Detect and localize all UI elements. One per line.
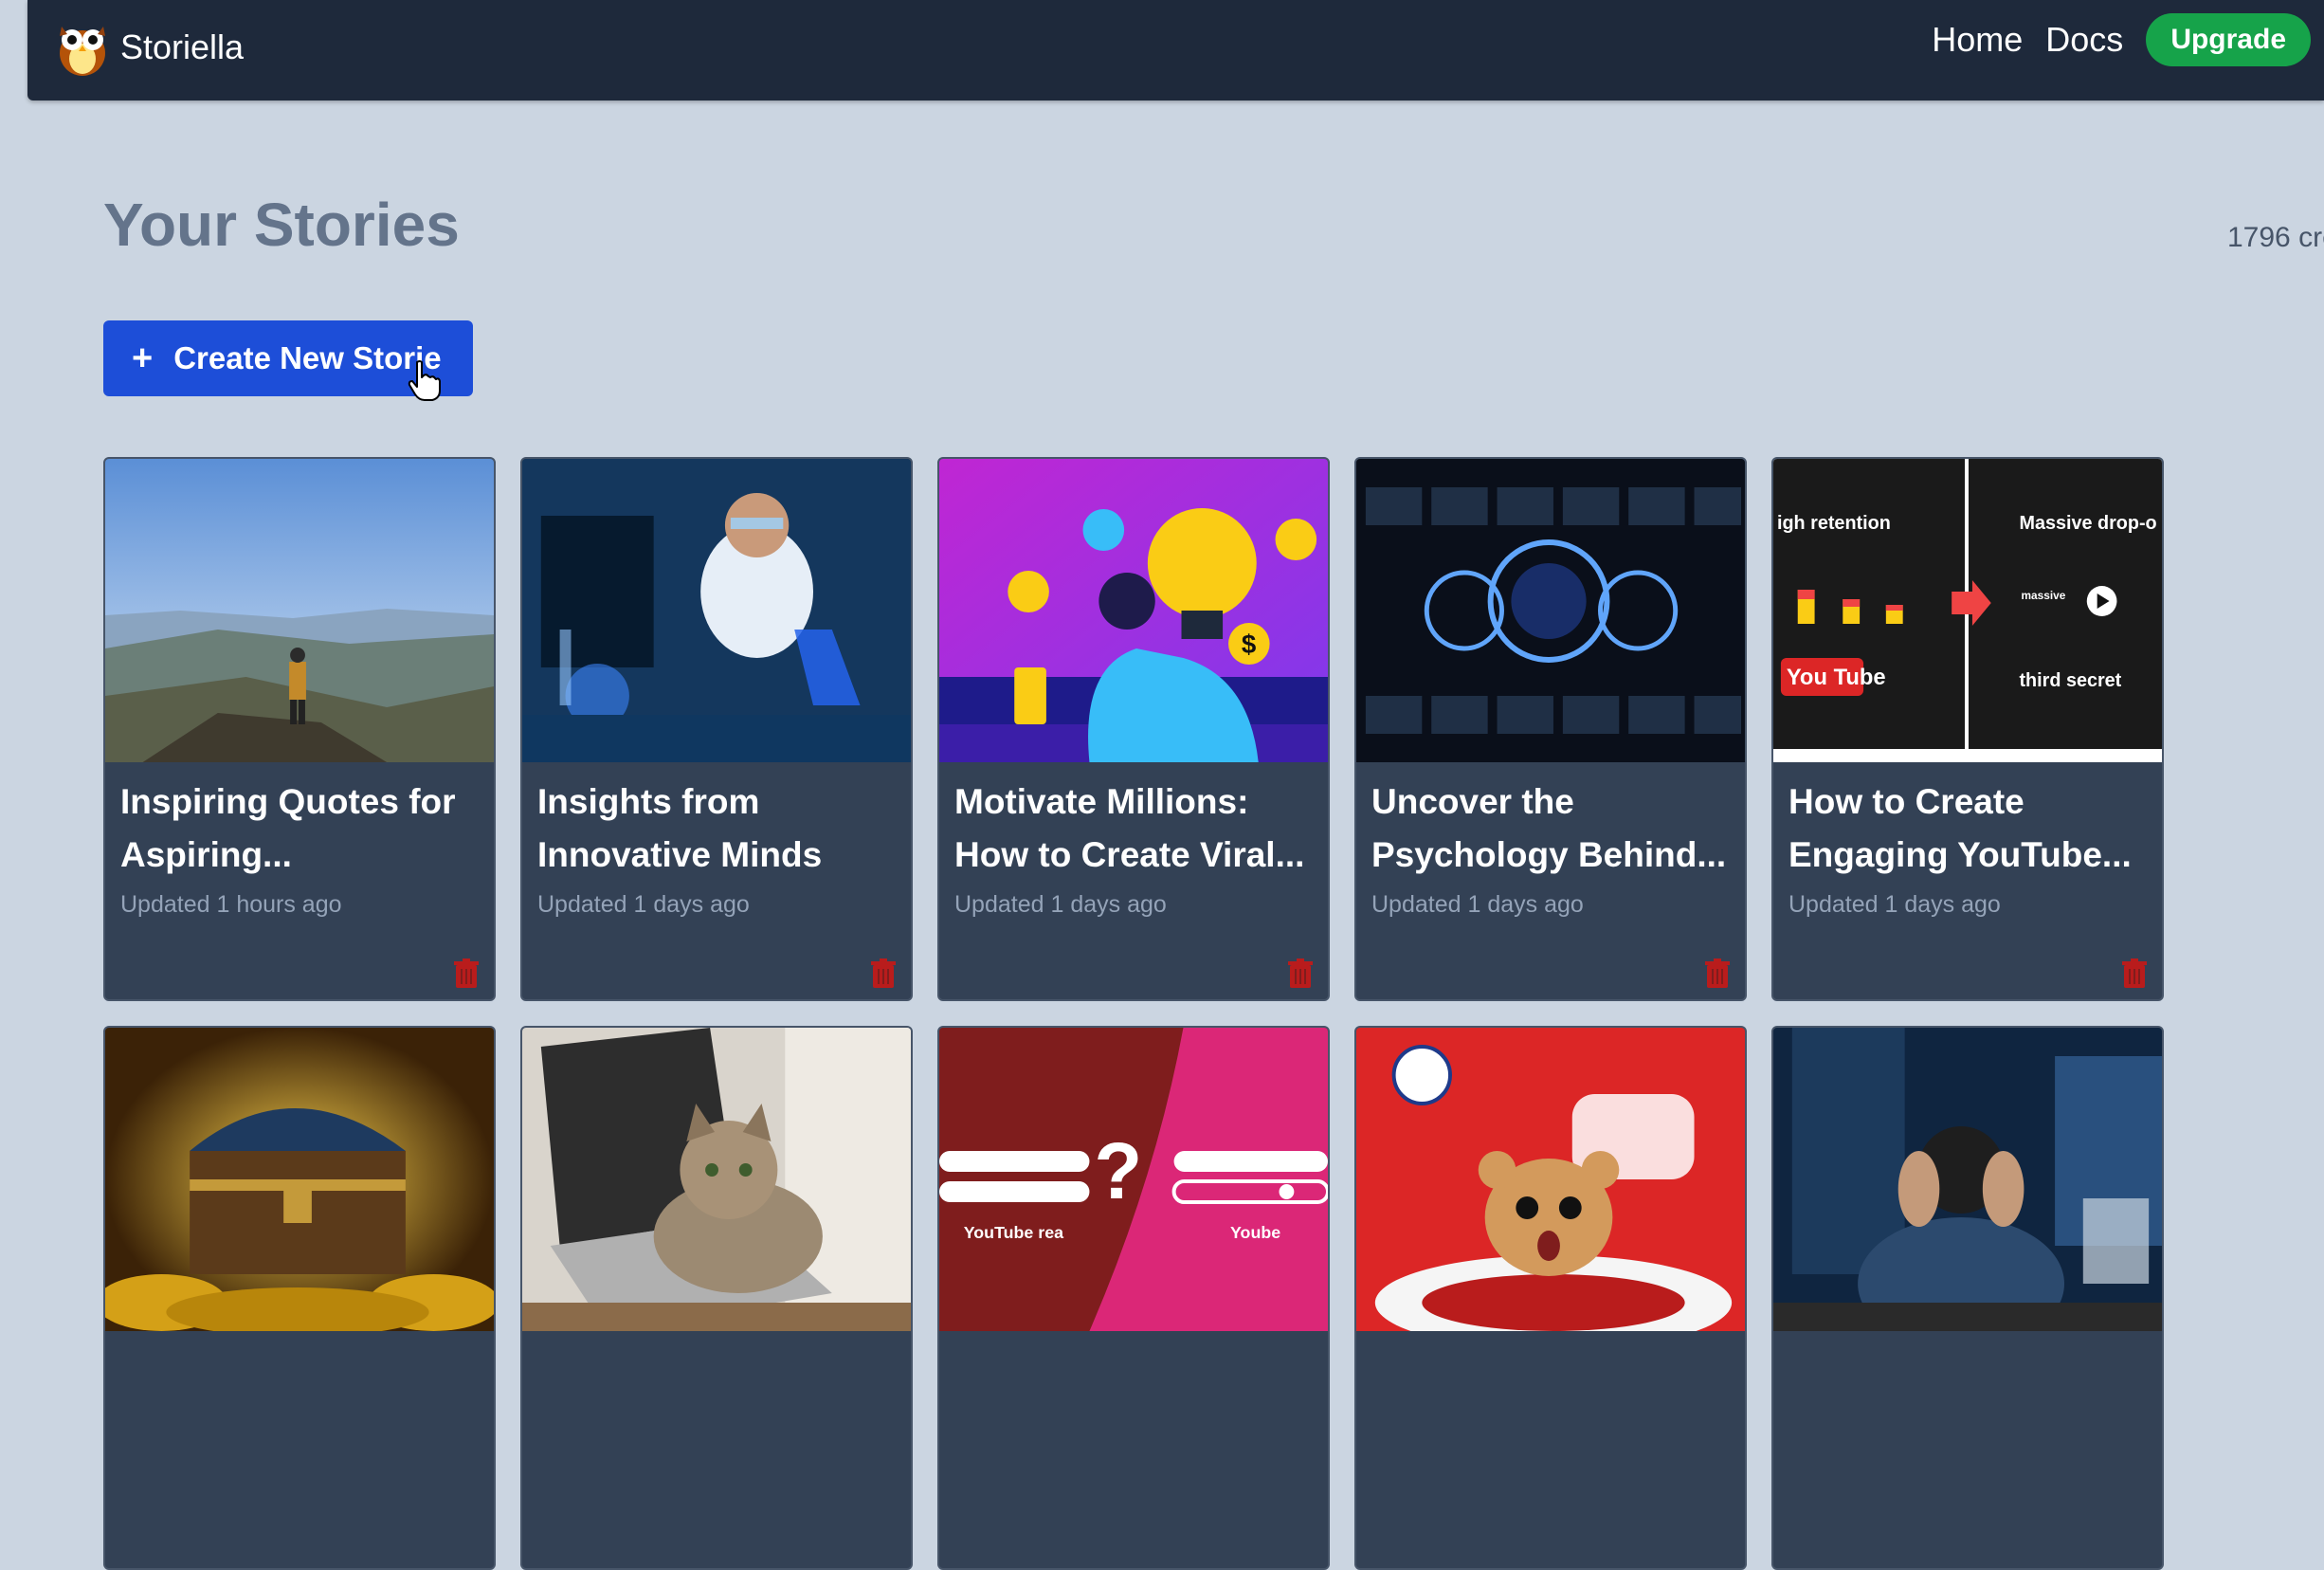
story-card[interactable]: Insights from Innovative Minds Updated 1… — [520, 457, 913, 1001]
story-title: Uncover the Psychology Behind... — [1371, 782, 1727, 874]
story-updated: Updated 1 days ago — [537, 891, 750, 918]
story-thumbnail-youtube-question: ? YouTube rea Yoube — [939, 1028, 1328, 1331]
story-title: Inspiring Quotes for Aspiring... — [120, 782, 456, 874]
nav-home-link[interactable]: Home — [1932, 20, 2023, 60]
credits-count: 1796 cre — [2227, 222, 2324, 253]
story-updated: Updated 1 days ago — [1371, 891, 1584, 918]
story-thumbnail-treasure-chest — [105, 1028, 494, 1331]
plus-icon: + — [132, 338, 154, 378]
story-title: Insights from Innovative Minds — [537, 782, 823, 874]
story-thumbnail-scientist-lab — [522, 459, 911, 762]
story-thumbnail-cat-laptop — [522, 1028, 911, 1331]
story-card[interactable] — [520, 1026, 913, 1570]
thumb-heading-right: Massive drop-o — [2019, 513, 2156, 534]
story-updated: Updated 1 days ago — [1788, 891, 2001, 918]
story-thumbnail-hamster-youtube — [1356, 1028, 1745, 1331]
owl-logo-icon — [60, 27, 105, 76]
story-thumbnail-mountain-hiker — [105, 459, 494, 762]
trash-icon[interactable] — [2120, 958, 2149, 990]
trash-icon[interactable] — [1286, 958, 1315, 990]
thumb-label-right: Yoube — [1230, 1223, 1280, 1242]
story-card[interactable]: ? YouTube rea Yoube — [937, 1026, 1330, 1570]
story-title: Motivate Millions: How to Create Viral..… — [954, 782, 1305, 874]
create-story-label: Create New Storie — [173, 340, 442, 375]
brand-home-link[interactable]: Storiella — [54, 9, 244, 85]
story-card[interactable]: igh retention Massive drop-o You Tube ma… — [1771, 457, 2164, 1001]
thumb-third-text: third secret — [2019, 670, 2121, 691]
story-title: How to Create Engaging YouTube... — [1788, 782, 2132, 874]
nav-links: Home Docs Upgrade — [1932, 13, 2311, 66]
hand-pointer-cursor-icon — [408, 360, 441, 401]
thumb-heading-left: igh retention — [1777, 513, 1891, 534]
story-card[interactable] — [103, 1026, 496, 1570]
upgrade-button[interactable]: Upgrade — [2146, 13, 2311, 66]
page-title: Your Stories — [103, 191, 460, 259]
story-updated: Updated 1 days ago — [954, 891, 1167, 918]
app-name: Storiella — [120, 27, 245, 66]
story-thumbnail-virus-screens — [1356, 459, 1745, 762]
story-thumbnail-stressed-man — [1773, 1028, 2162, 1331]
trash-icon[interactable] — [869, 958, 898, 990]
svg-text:$: $ — [1242, 630, 1257, 659]
story-card[interactable] — [1354, 1026, 1747, 1570]
svg-text:?: ? — [1094, 1126, 1142, 1215]
nav-docs-link[interactable]: Docs — [2045, 20, 2123, 60]
story-card[interactable]: Uncover the Psychology Behind... Updated… — [1354, 457, 1747, 1001]
thumb-label-left: YouTube rea — [964, 1223, 1064, 1242]
trash-icon[interactable] — [1703, 958, 1732, 990]
thumb-youtube-text: You Tube — [1787, 665, 1886, 690]
story-card[interactable]: $ Motivate Millions: How to Create Viral… — [937, 457, 1330, 1001]
story-thumbnail-idea-lightbulb: $ — [939, 459, 1328, 762]
story-updated: Updated 1 hours ago — [120, 891, 342, 918]
story-thumbnail-youtube-retention: igh retention Massive drop-o You Tube ma… — [1773, 459, 2162, 762]
top-navbar: Storiella Home Docs Upgrade — [27, 0, 2324, 100]
thumb-massive-text: massive — [2021, 589, 2065, 602]
trash-icon[interactable] — [452, 958, 481, 990]
story-card[interactable] — [1771, 1026, 2164, 1570]
story-card[interactable]: Inspiring Quotes for Aspiring... Updated… — [103, 457, 496, 1001]
